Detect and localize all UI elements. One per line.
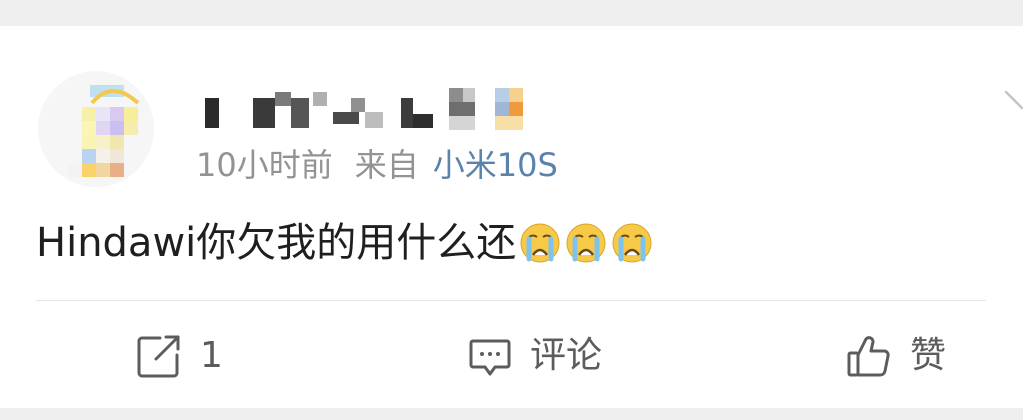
avatar[interactable]	[38, 71, 154, 187]
username-mosaic-image	[205, 88, 523, 130]
post-meta: 10小时前 来自 小米10S	[196, 143, 558, 187]
username-obscured[interactable]	[205, 88, 545, 132]
post-text: Hindawi你欠我的用什么还	[36, 220, 517, 266]
divider	[36, 300, 986, 301]
avatar-mosaic-image	[68, 85, 140, 177]
post-time: 10小时前	[196, 146, 333, 184]
comment-label: 评论	[530, 335, 603, 376]
crying-face-icon	[566, 223, 606, 263]
crying-face-icon	[612, 223, 652, 263]
avatar-mosaic	[38, 71, 154, 187]
post-content: Hindawi你欠我的用什么还	[36, 218, 656, 268]
like-button[interactable]: 赞	[846, 330, 946, 382]
repost-count: 1	[200, 335, 223, 376]
repost-icon	[137, 335, 180, 378]
crying-face-icon	[520, 223, 560, 263]
device-link[interactable]: 小米10S	[433, 146, 558, 184]
thumbs-up-icon	[847, 336, 890, 377]
like-label: 赞	[910, 335, 947, 376]
chevron-down-icon[interactable]	[1002, 88, 1023, 128]
post-card: 10小时前 来自 小米10S Hindawi你欠我的用什么还 1 评论 赞	[0, 26, 1023, 408]
repost-button[interactable]: 1	[136, 330, 223, 382]
comment-icon	[469, 339, 511, 376]
emoji-group	[518, 221, 656, 265]
source-label: 来自	[354, 146, 419, 184]
comment-button[interactable]: 评论	[468, 330, 602, 382]
